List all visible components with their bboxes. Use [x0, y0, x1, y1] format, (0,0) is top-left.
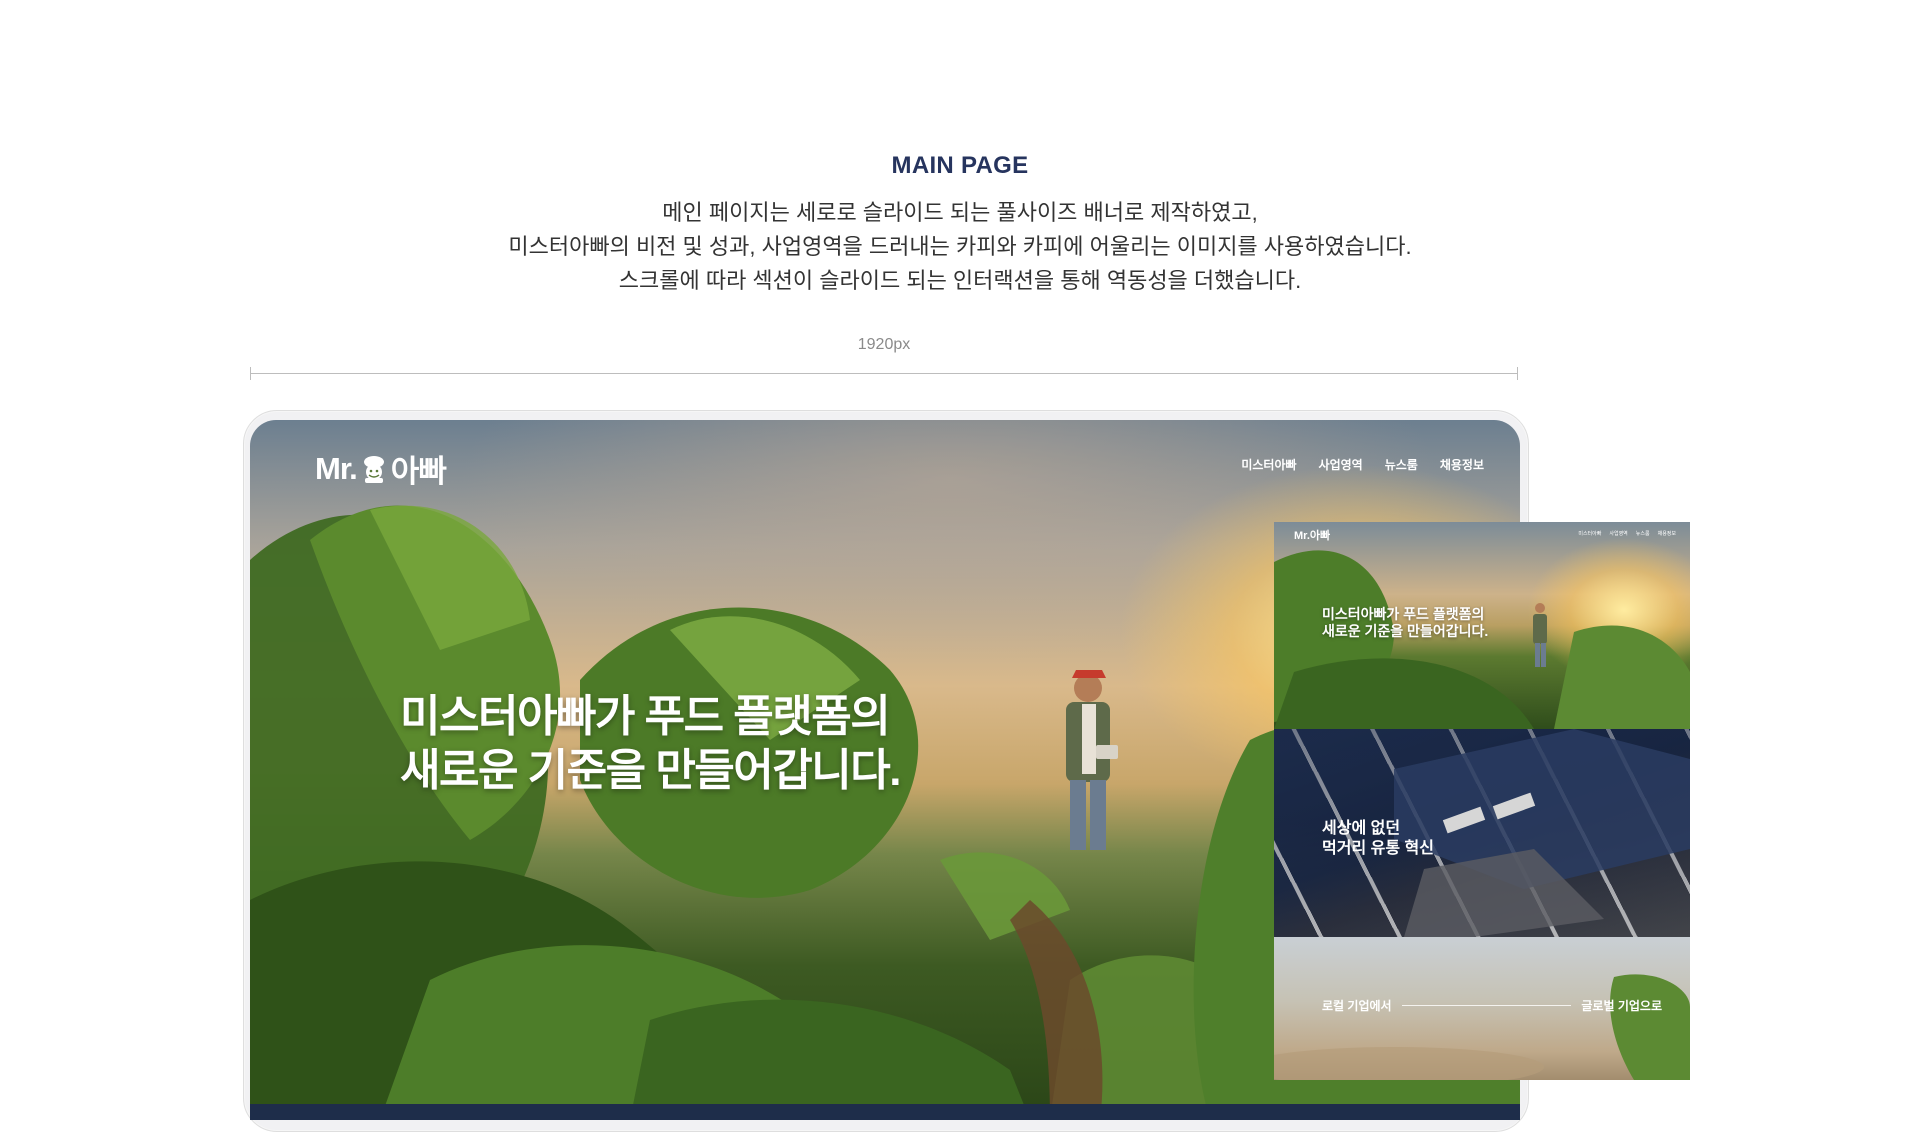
section-description: 메인 페이지는 세로로 슬라이드 되는 풀사이즈 배너로 제작하였고, 미스터아…: [0, 196, 1920, 298]
nav-item-mrappa[interactable]: 미스터아빠: [1241, 456, 1296, 473]
preview-panel-global: 로컬 기업에서 글로벌 기업으로: [1274, 937, 1690, 1080]
preview-logistics-title-line-1: 세상에 없던: [1322, 820, 1401, 837]
preview-global-row: 로컬 기업에서 글로벌 기업으로: [1322, 997, 1662, 1014]
nav-item-business[interactable]: 사업영역: [1319, 456, 1363, 473]
preview-hero-title: 미스터아빠가 푸드 플랫폼의 새로운 기준을 만들어갑니다.: [1322, 606, 1488, 640]
width-ruler: [250, 367, 1518, 380]
preview-hero-title-line-2: 새로운 기준을 만들어갑니다.: [1322, 623, 1489, 639]
nav-item-newsroom[interactable]: 뉴스룸: [1385, 456, 1418, 473]
description-line-2: 미스터아빠의 비전 및 성과, 사업영역을 드러내는 카피와 카피에 어울리는 …: [508, 234, 1412, 259]
nav-item-careers[interactable]: 채용정보: [1440, 456, 1484, 473]
description-line-1: 메인 페이지는 세로로 슬라이드 되는 풀사이즈 배너로 제작하였고,: [662, 200, 1258, 225]
hero-title: 미스터아빠가 푸드 플랫폼의 새로운 기준을 만들어갑니다.: [400, 690, 901, 798]
preview-logistics-title: 세상에 없던 먹거리 유통 혁신: [1322, 819, 1434, 859]
description-line-3: 스크롤에 따라 섹션이 슬라이드 되는 인터랙션을 통해 역동성을 더했습니다.: [618, 268, 1302, 293]
logo-text-mr: Mr.: [315, 450, 358, 486]
preview-panel-hero: Mr.아빠 미스터아빠 사업영역 뉴스룸 채용정보 미스터아빠가 푸드 플랫폼의…: [1274, 522, 1690, 729]
preview-divider-line: [1401, 1005, 1572, 1006]
farmer-figure: [1066, 670, 1118, 850]
hero-title-line-1: 미스터아빠가 푸드 플랫폼의: [400, 692, 891, 741]
chef-mascot-icon: [363, 455, 384, 483]
site-logo[interactable]: Mr. 아빠: [315, 446, 447, 491]
preview-hero-title-line-1: 미스터아빠가 푸드 플랫폼의: [1322, 606, 1485, 622]
preview-global-label: 글로벌 기업으로: [1581, 999, 1662, 1013]
main-navigation: 미스터아빠 사업영역 뉴스룸 채용정보: [1241, 456, 1484, 473]
next-section-peek: [250, 1104, 1520, 1120]
preview-local-label: 로컬 기업에서: [1322, 999, 1392, 1013]
preview-panel-logistics: 세상에 없던 먹거리 유통 혁신: [1274, 729, 1690, 937]
preview-logistics-title-line-2: 먹거리 유통 혁신: [1322, 840, 1434, 857]
section-heading: MAIN PAGE: [891, 152, 1029, 179]
width-label: 1920px: [857, 336, 911, 353]
hero-title-line-2: 새로운 기준을 만들어갑니다.: [400, 746, 901, 795]
logo-text-appa: 아빠: [390, 454, 447, 489]
